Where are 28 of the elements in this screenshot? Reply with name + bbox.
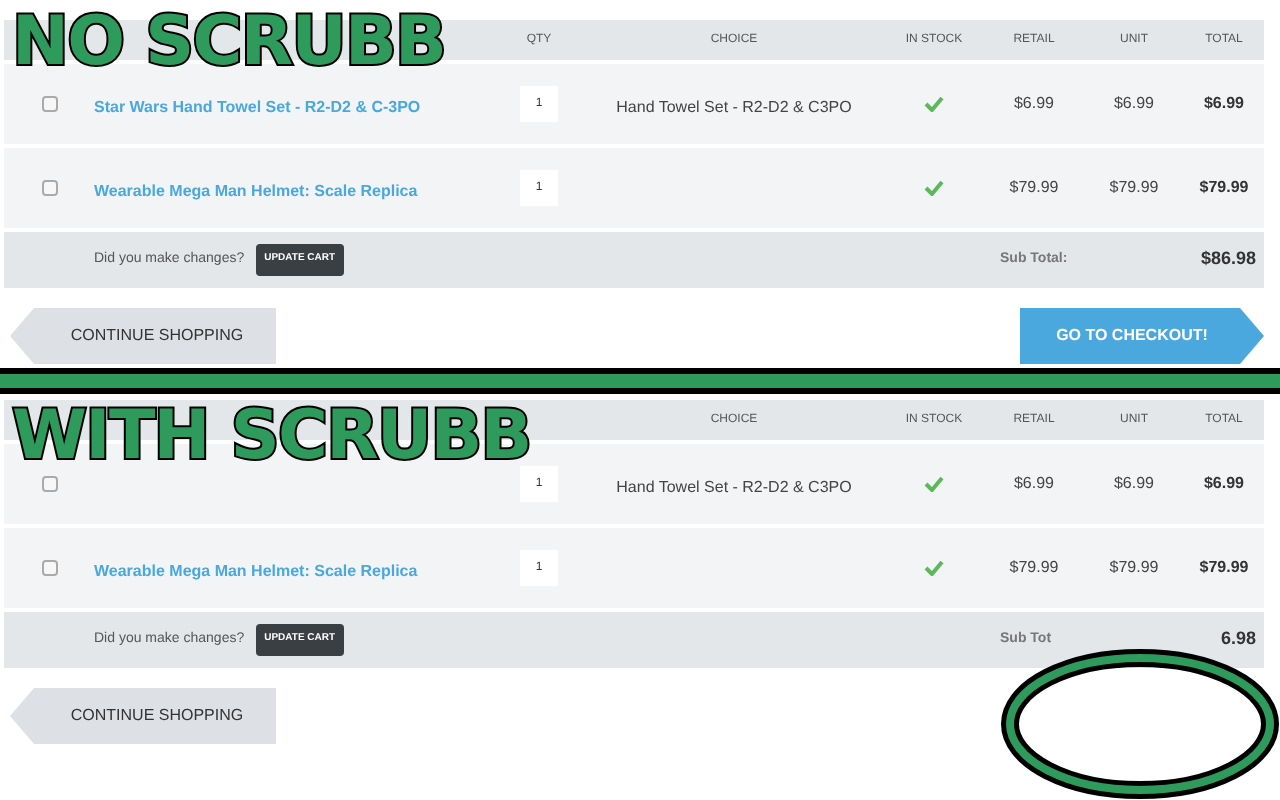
retail-price: $6.99	[1011, 92, 1057, 116]
unit-price: $79.99	[1107, 176, 1161, 200]
retail-price: $79.99	[1007, 176, 1061, 200]
overlay-label: WITH SCRUBB	[12, 402, 531, 470]
total-price: $6.99	[1201, 92, 1247, 116]
choice-text: Hand Towel Set - R2-D2 & C3PO	[616, 98, 852, 116]
check-icon	[924, 560, 944, 576]
retail-price: $6.99	[1011, 472, 1057, 496]
total-price: $79.99	[1197, 556, 1251, 580]
total-price: $6.99	[1201, 472, 1247, 496]
check-icon	[924, 96, 944, 112]
checkbox[interactable]	[41, 476, 57, 492]
choice-text: Hand Towel Set - R2-D2 & C3PO	[616, 478, 852, 496]
sub-total: $86.98	[1198, 246, 1258, 273]
sub-total: 6.98	[1218, 626, 1258, 653]
overlay-label: NO SCRUBB	[12, 8, 446, 76]
retail-price: $79.99	[1007, 556, 1061, 580]
check-icon	[924, 476, 944, 492]
continue-shopping-button[interactable]: CONTINUE SHOPPING	[10, 688, 276, 744]
unit-price: $6.99	[1111, 472, 1157, 496]
checkbox[interactable]	[41, 96, 57, 112]
unit-price: $79.99	[1107, 556, 1161, 580]
checkbox[interactable]	[41, 560, 57, 576]
check-icon	[924, 180, 944, 196]
unit-price: $6.99	[1111, 92, 1157, 116]
checkbox[interactable]	[41, 180, 57, 196]
total-price: $79.99	[1197, 176, 1251, 200]
continue-shopping-button[interactable]: CONTINUE SHOPPING	[10, 308, 276, 364]
